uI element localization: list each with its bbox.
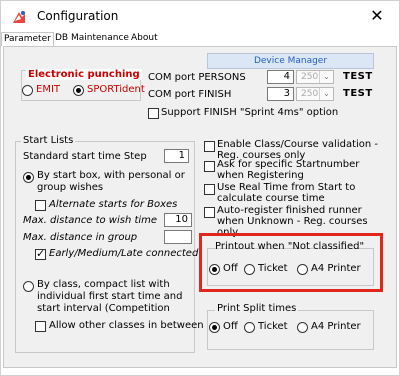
by-class-radio[interactable] <box>23 281 34 292</box>
real-time-checkbox[interactable] <box>204 184 215 195</box>
split-ticket-label: Ticket <box>258 321 288 332</box>
close-icon[interactable]: ✕ <box>365 6 389 26</box>
highlight-annotation <box>199 233 383 292</box>
com-finish-baud-select[interactable]: 250 ⌄ <box>296 87 334 101</box>
com-persons-port-input[interactable]: 4 <box>267 70 294 84</box>
com-persons-baud-value: 250 <box>301 72 319 82</box>
com-persons-baud-select[interactable]: 250 ⌄ <box>296 70 334 84</box>
com-finish-port-input[interactable]: 3 <box>267 87 294 101</box>
split-ticket-radio[interactable] <box>244 322 255 333</box>
alternate-starts-checkbox[interactable] <box>35 200 46 211</box>
split-off-radio[interactable] <box>209 322 220 333</box>
max-distance-group-input[interactable] <box>164 230 192 244</box>
com-finish-baud-value: 250 <box>301 89 319 99</box>
real-time-label: Use Real Time from Start to calculate co… <box>217 182 356 204</box>
split-a4-radio[interactable] <box>297 322 308 333</box>
start-lists-group-label: Start Lists <box>21 135 76 146</box>
max-distance-group-label: Max. distance in group <box>23 232 138 243</box>
chevron-down-icon: ⌄ <box>319 71 333 83</box>
ask-startnumber-checkbox[interactable] <box>204 161 215 172</box>
max-distance-wish-label: Max. distance to wish time <box>23 215 158 226</box>
print-split-times-label: Print Split times <box>215 303 299 314</box>
electronic-punching-label: Electronic punching <box>26 69 142 80</box>
by-start-box-label: By start box, with personal or group wis… <box>37 170 185 193</box>
by-class-label: By class, compact list with individual f… <box>37 279 183 314</box>
configuration-window: Configuration ✕ Parameter DB Maintenance… <box>0 0 400 376</box>
sportident-label: SPORTident <box>87 84 145 95</box>
by-start-box-radio[interactable] <box>23 172 34 183</box>
chevron-down-icon: ⌄ <box>319 88 333 100</box>
window-title: Configuration <box>37 9 119 23</box>
split-off-label: Off <box>223 321 238 332</box>
class-course-validation-checkbox[interactable] <box>204 141 215 152</box>
tab-about[interactable]: About <box>129 32 160 46</box>
alternate-starts-label: Alternate starts for Boxes <box>49 199 178 210</box>
com-finish-label: COM port FINISH <box>148 89 232 100</box>
tab-parameter[interactable]: Parameter <box>1 32 54 46</box>
ask-startnumber-label: Ask for specific Startnumber when Regist… <box>217 159 360 181</box>
standard-step-input[interactable]: 1 <box>164 149 189 163</box>
standard-step-label: Standard start time Step <box>23 151 147 162</box>
device-manager-button[interactable]: Device Manager <box>207 53 374 69</box>
app-icon <box>13 11 25 23</box>
early-medium-late-checkbox[interactable] <box>35 247 46 260</box>
sportident-radio[interactable] <box>73 85 84 96</box>
split-a4-label: A4 Printer <box>311 321 361 332</box>
title-bar: Configuration ✕ <box>1 1 399 32</box>
emit-label: EMIT <box>36 84 61 95</box>
test-finish-button[interactable]: TEST <box>343 88 373 99</box>
allow-other-classes-checkbox[interactable] <box>35 321 46 332</box>
tab-db-maintenance[interactable]: DB Maintenance <box>53 32 131 46</box>
test-persons-button[interactable]: TEST <box>343 71 373 82</box>
sprint-option-label: Support FINISH "Sprint 4ms" option <box>161 107 339 118</box>
max-distance-wish-input[interactable]: 10 <box>164 213 192 227</box>
allow-other-classes-label: Allow other classes in between <box>49 320 204 331</box>
sprint-option-checkbox[interactable] <box>148 108 159 119</box>
emit-radio[interactable] <box>22 85 33 96</box>
tab-strip: Parameter DB Maintenance About <box>1 32 399 46</box>
auto-register-checkbox[interactable] <box>204 207 215 218</box>
class-course-validation-label: Enable Class/Course validation - Reg. co… <box>217 139 379 161</box>
com-persons-label: COM port PERSONS <box>148 72 246 83</box>
early-medium-late-label: Early/Medium/Late connected <box>49 248 199 259</box>
